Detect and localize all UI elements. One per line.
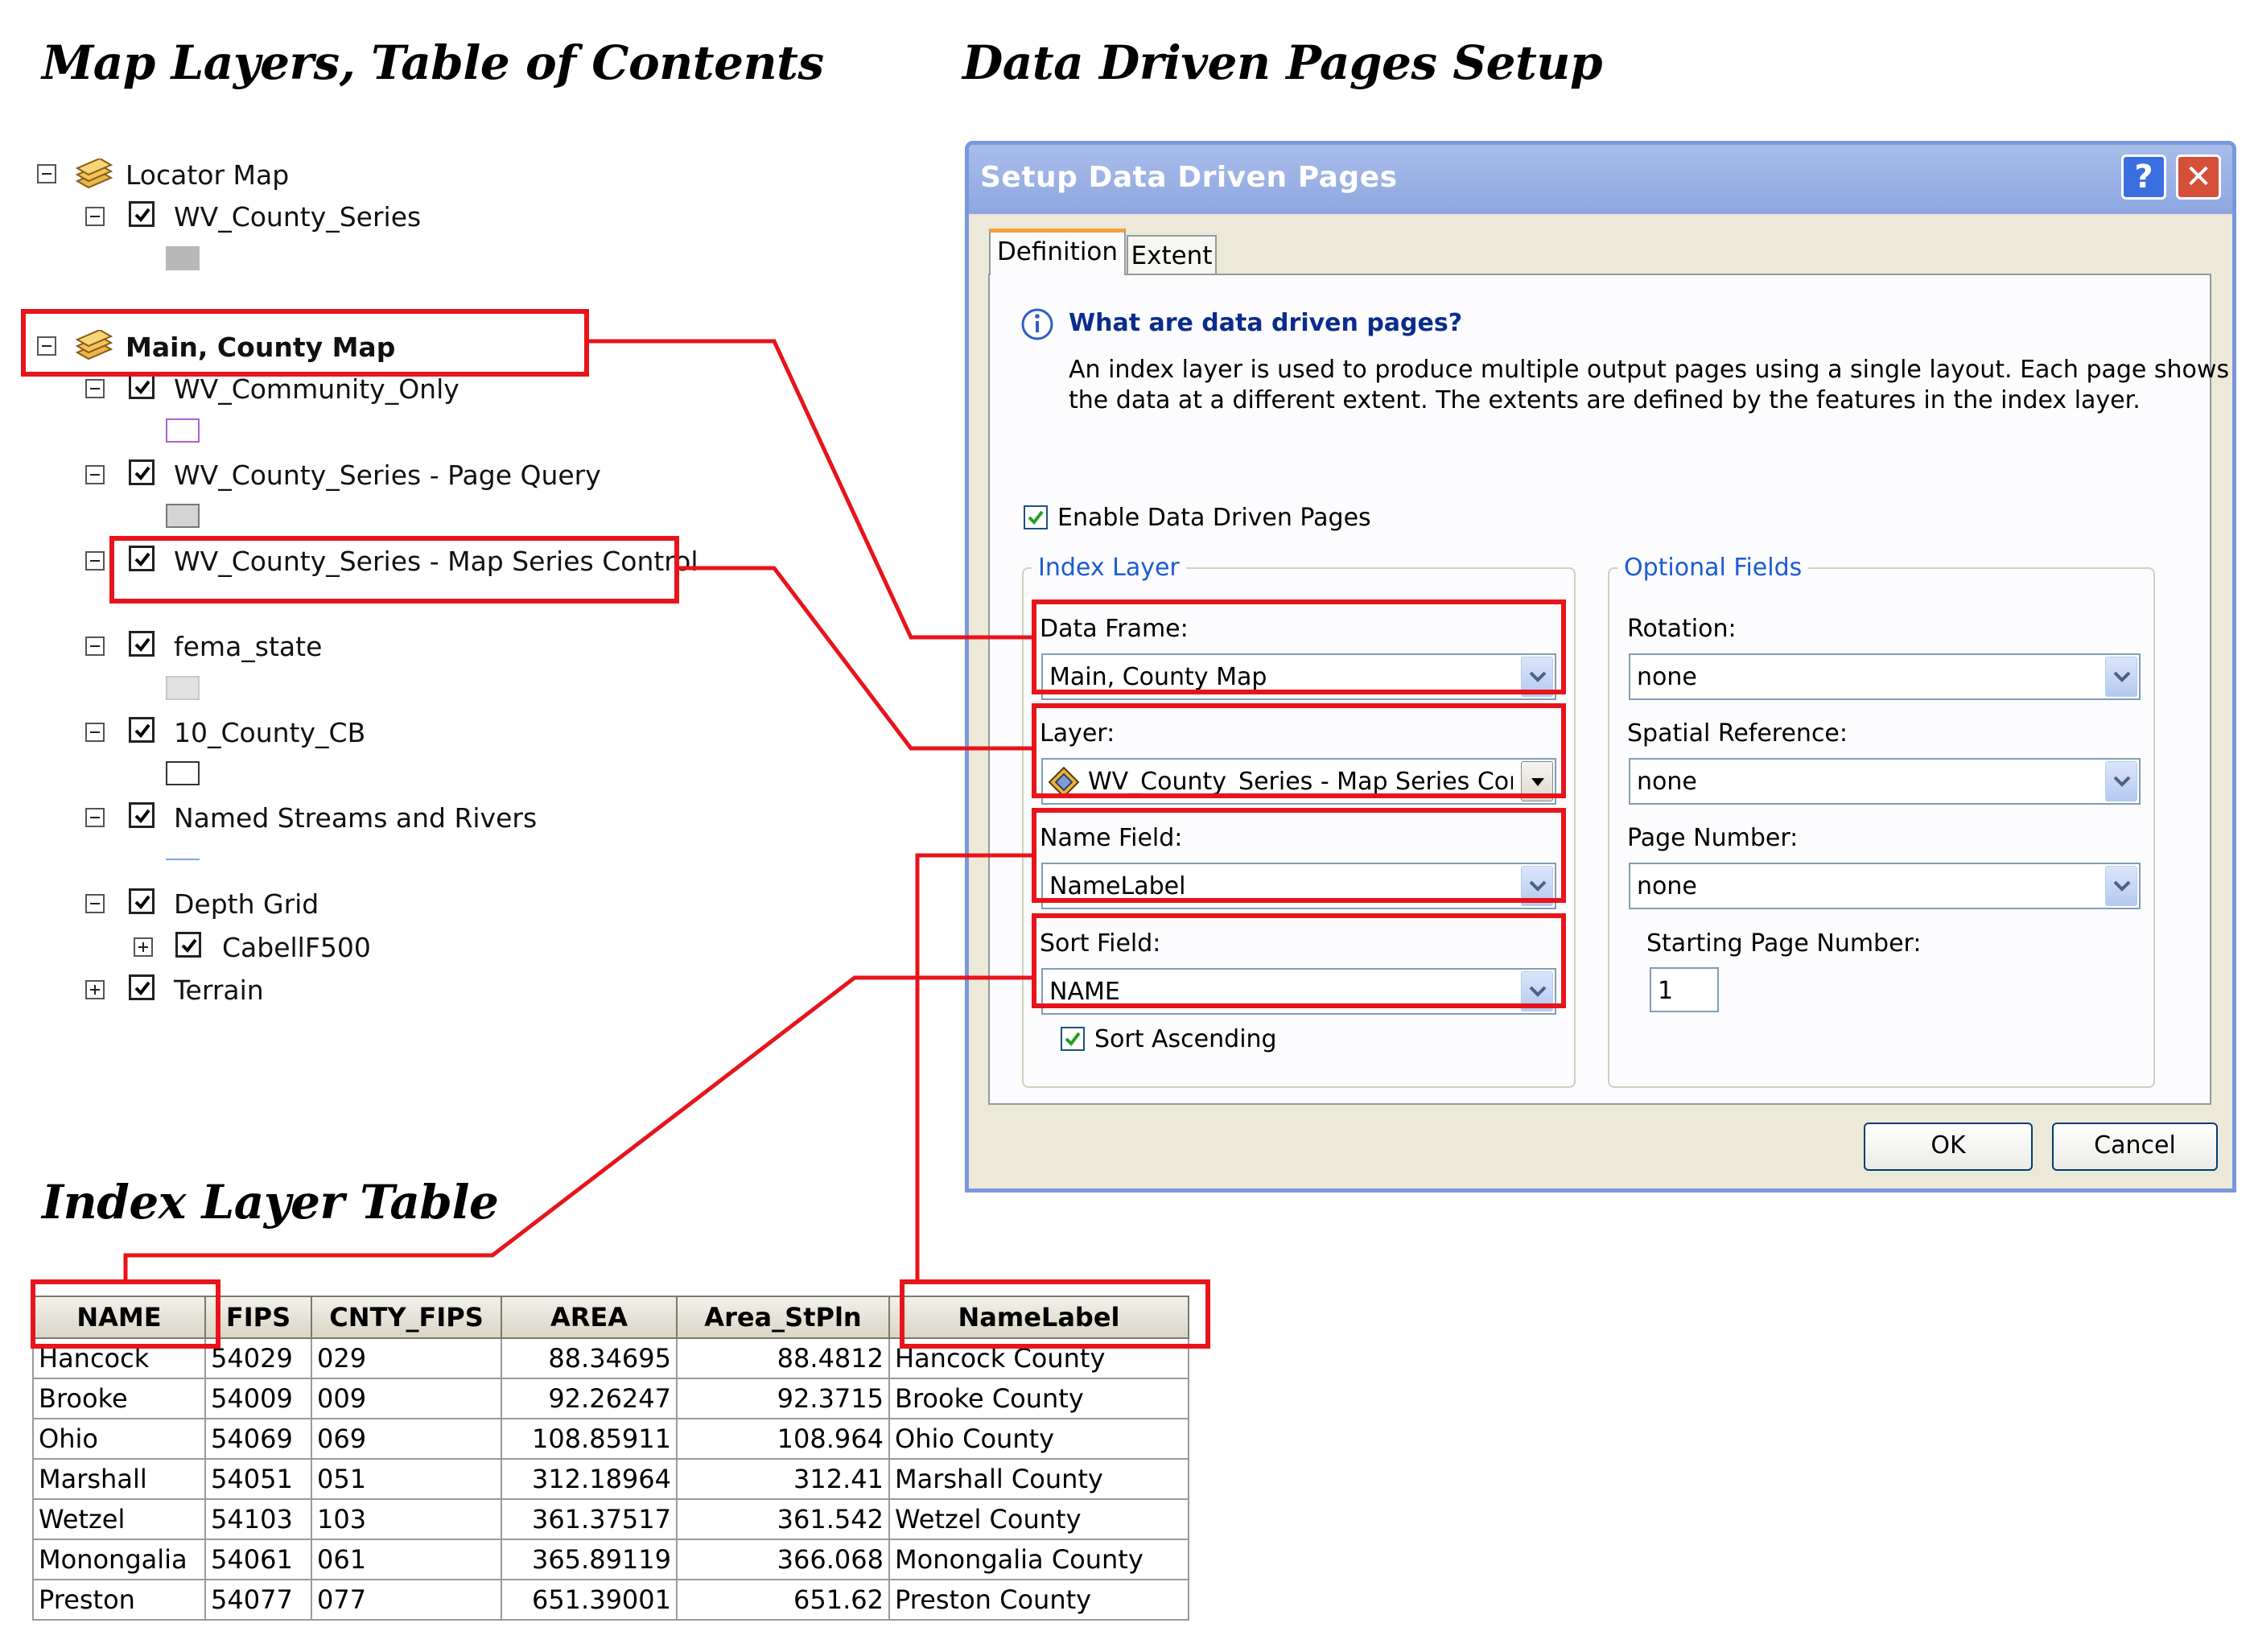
connector-lines [123, 339, 1032, 1279]
connector-name-field [915, 853, 1032, 1279]
connector-sort-field [123, 975, 1032, 1279]
connector-main-map [589, 339, 1032, 640]
tab-definition[interactable]: Definition [989, 229, 1126, 275]
connector-map-series [679, 566, 1032, 751]
